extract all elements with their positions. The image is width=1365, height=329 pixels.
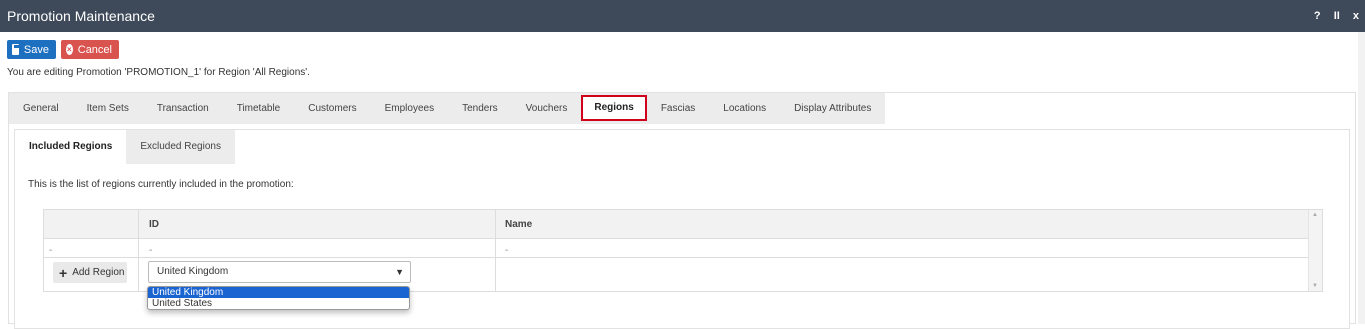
regions-grid: ID Name - - - + Add Region United Kingdo… [43,209,1323,292]
scroll-up-icon[interactable]: ▲ [1312,212,1318,218]
column-header-name[interactable]: Name [505,219,532,230]
column-header-id[interactable]: ID [149,219,159,230]
window-title: Promotion Maintenance [7,8,155,24]
cancel-label: Cancel [77,43,112,56]
tab-bar: General Item Sets Transaction Timetable … [9,93,886,124]
window-controls: ? II x [1304,10,1359,22]
add-region-button[interactable]: + Add Region [53,262,127,283]
region-select-value: United Kingdom [157,266,229,277]
tab-customers[interactable]: Customers [294,93,370,124]
row-divider [44,257,1309,258]
tab-vouchers[interactable]: Vouchers [512,93,582,124]
title-bar: Promotion Maintenance ? II x [0,0,1365,32]
tab-transaction[interactable]: Transaction [143,93,223,124]
tab-display-attributes[interactable]: Display Attributes [780,93,885,124]
subtab-bar: Included Regions Excluded Regions [15,130,235,164]
save-label: Save [23,43,49,56]
save-button[interactable]: Save [7,40,56,59]
cancel-button[interactable]: × Cancel [61,40,119,59]
help-icon[interactable]: ? [1314,10,1321,22]
subtab-included-regions[interactable]: Included Regions [15,130,127,164]
tab-item-sets[interactable]: Item Sets [73,93,143,124]
row-id-cell: - [149,245,153,256]
option-united-states[interactable]: United States [148,298,409,309]
column-divider [138,210,139,291]
grid-header [44,210,1309,239]
region-dropdown-list: United Kingdom United States [147,286,410,310]
row-name-cell: - [505,245,509,256]
tab-timetable[interactable]: Timetable [223,93,295,124]
editing-status: You are editing Promotion 'PROMOTION_1' … [7,67,310,78]
option-united-kingdom[interactable]: United Kingdom [148,287,409,298]
plus-icon: + [59,264,68,281]
save-icon [12,44,21,55]
tab-employees[interactable]: Employees [371,93,448,124]
add-region-label: Add Region [72,267,125,278]
tab-locations[interactable]: Locations [709,93,780,124]
grid-scrollbar[interactable]: ▲ ▼ [1308,210,1322,291]
row-action-cell: - [49,245,53,256]
info-text: This is the list of regions currently in… [28,179,294,190]
scroll-down-icon[interactable]: ▼ [1312,283,1318,289]
close-icon[interactable]: x [1353,10,1359,22]
chevron-down-icon: ▼ [395,267,404,277]
subtab-excluded-regions[interactable]: Excluded Regions [126,130,235,164]
region-select[interactable]: United Kingdom ▼ [148,261,411,283]
column-divider [495,210,496,291]
page-scrollbar[interactable] [1358,32,1365,324]
tab-tenders[interactable]: Tenders [448,93,512,124]
pause-icon[interactable]: II [1334,10,1340,22]
tab-fascias[interactable]: Fascias [647,93,709,124]
tab-general[interactable]: General [9,93,73,124]
cancel-icon: × [66,44,73,55]
tab-regions[interactable]: Regions [581,95,647,121]
